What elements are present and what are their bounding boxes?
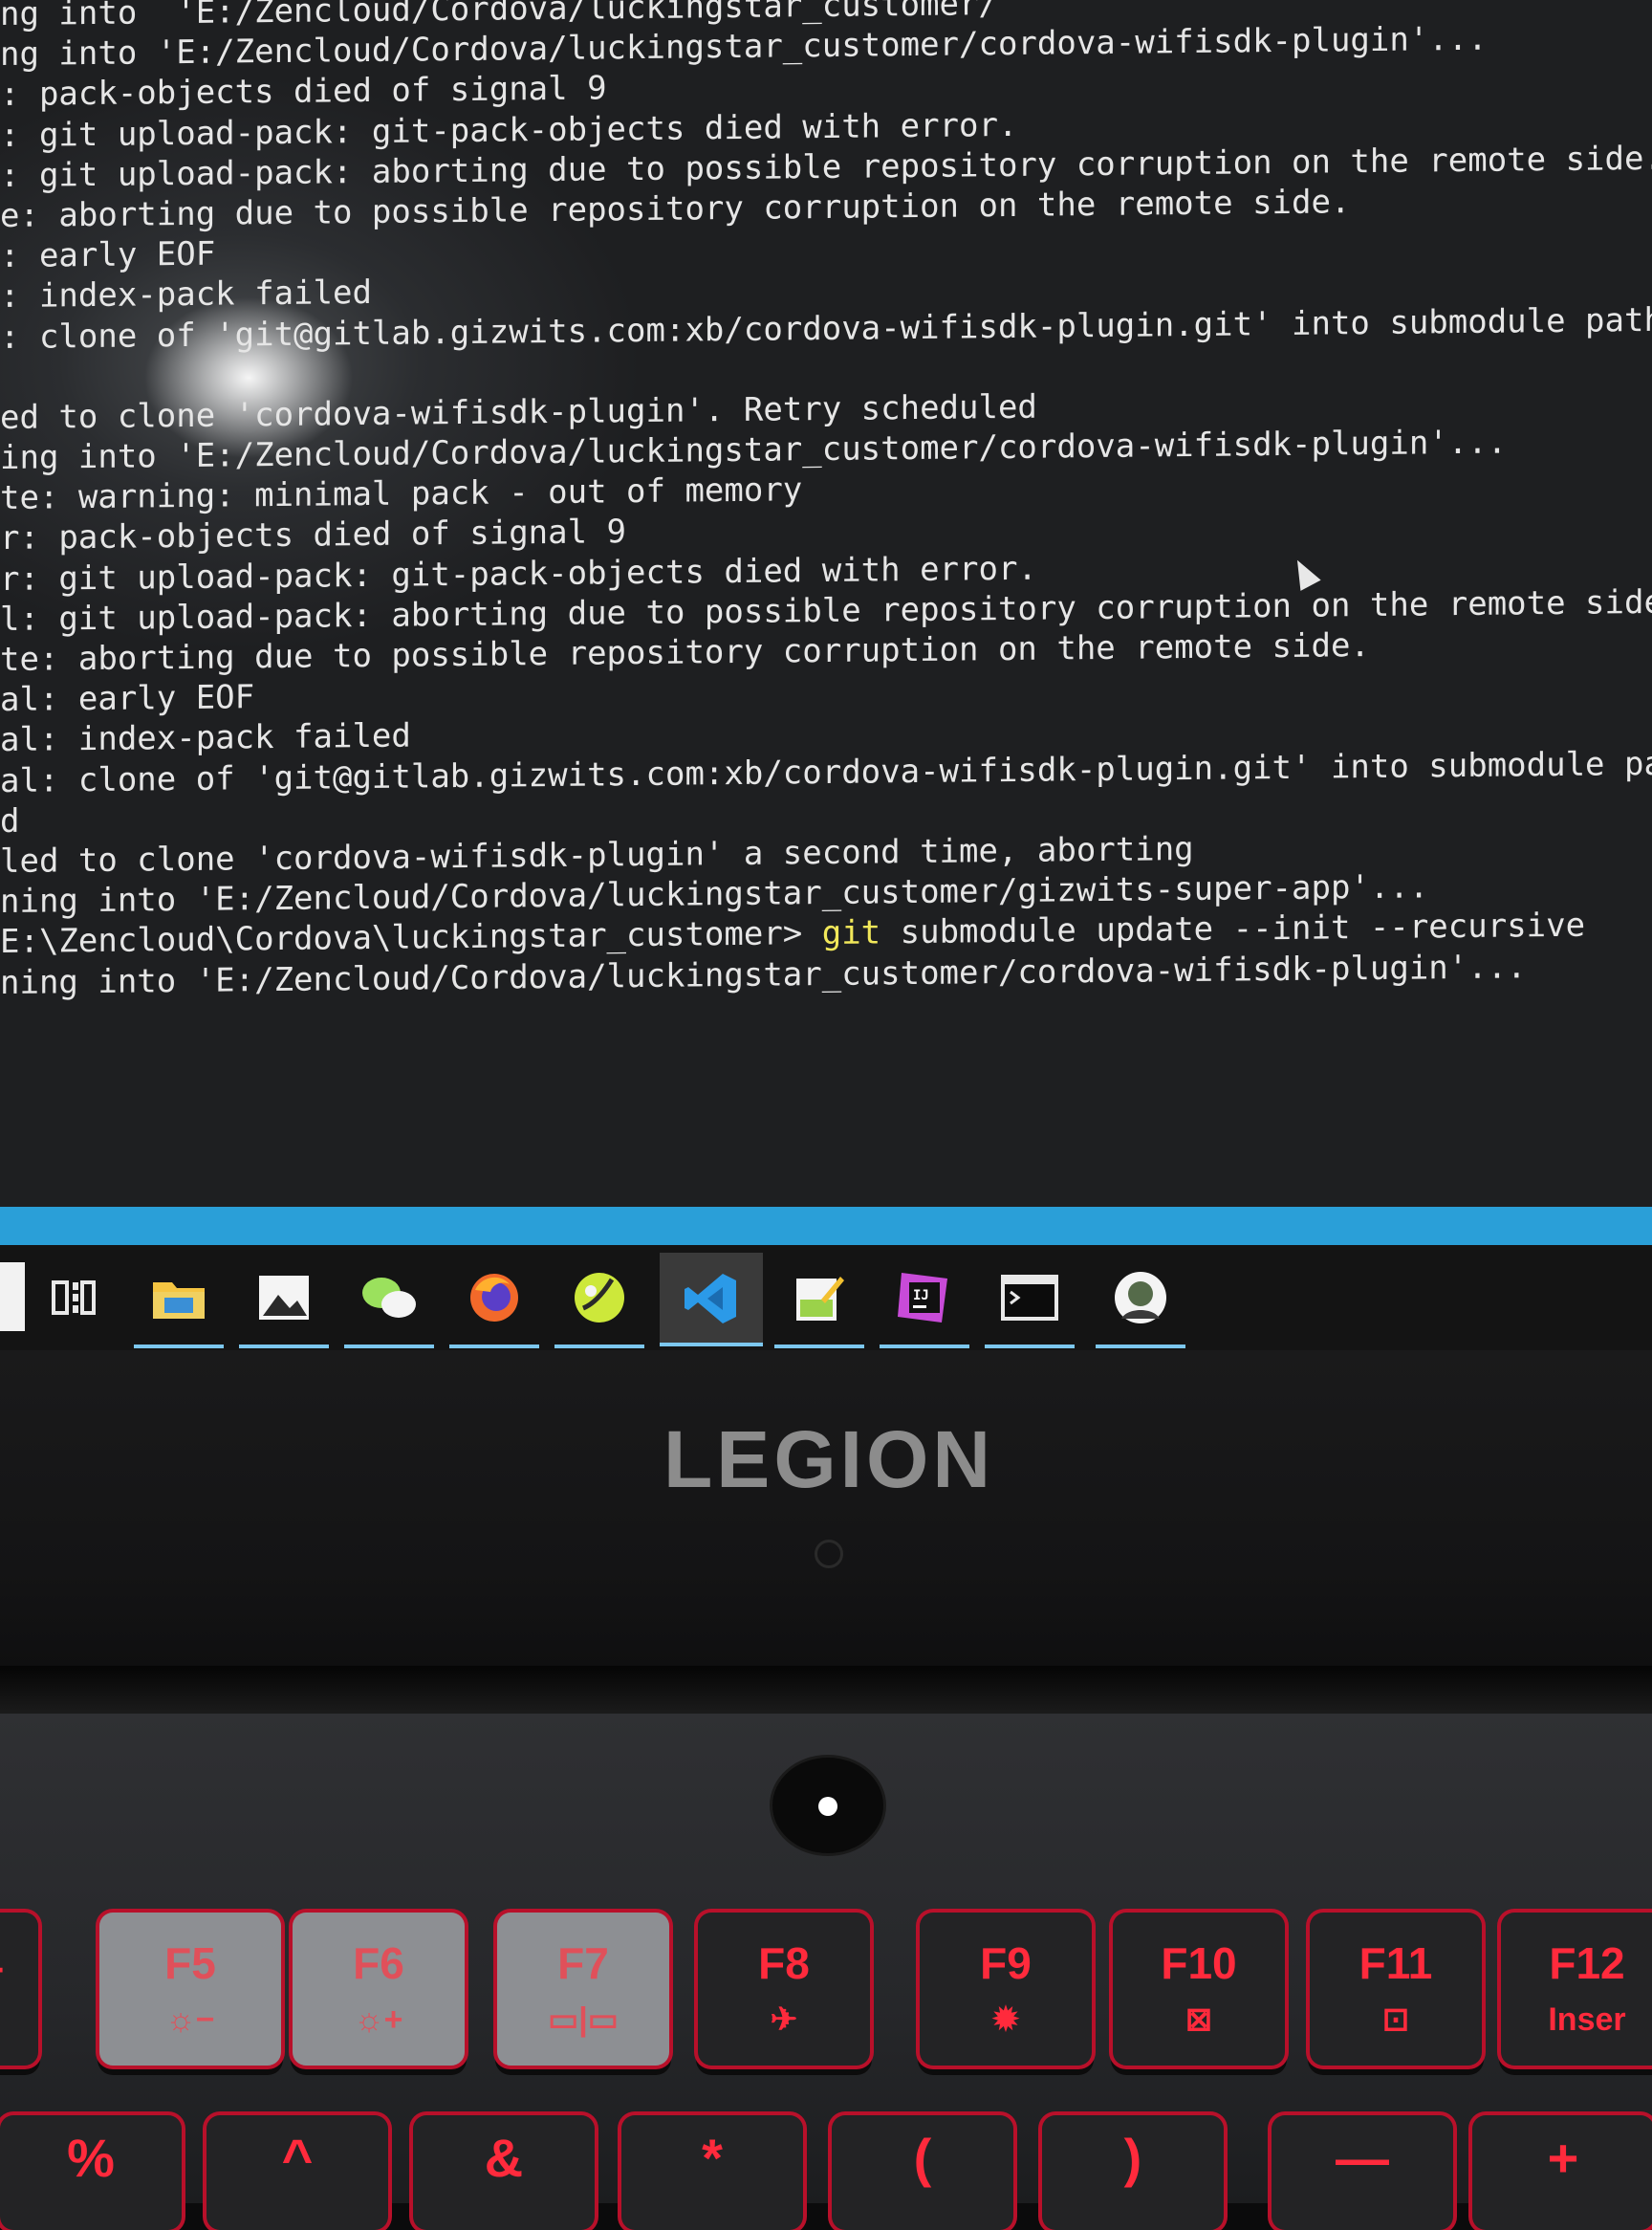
- key-label: F5: [164, 1938, 216, 1988]
- key-label: *: [702, 2128, 723, 2188]
- key-f10[interactable]: F10 ⊠: [1113, 1913, 1285, 2066]
- key-f12[interactable]: F12 Inser: [1501, 1913, 1652, 2066]
- terminal-line-text: : early EOF: [0, 234, 216, 276]
- key-label: F9: [980, 1938, 1032, 1988]
- webcam-icon: [815, 1540, 843, 1568]
- key-secondary-label: ⊡: [1381, 2001, 1410, 2038]
- key-4[interactable]: 4: [0, 1913, 38, 2066]
- key-f8[interactable]: F8 ✈: [698, 1913, 870, 2066]
- key-symbol[interactable]: ^: [206, 2115, 388, 2230]
- terminal-icon[interactable]: [985, 1264, 1075, 1348]
- window-accent-strip: [0, 1207, 1652, 1245]
- key-symbol[interactable]: &: [413, 2115, 595, 2230]
- key-label: ): [1123, 2128, 1142, 2188]
- key-f5[interactable]: F5 ☼−: [99, 1913, 281, 2066]
- file-explorer-icon[interactable]: [134, 1264, 224, 1348]
- key-f7[interactable]: F7 ▭|▭: [497, 1913, 669, 2066]
- key-label: F6: [353, 1938, 404, 1988]
- svg-text:IJ: IJ: [913, 1288, 929, 1303]
- key-secondary-label: ⊠: [1185, 2001, 1213, 2038]
- terminal-line-text: : pack-objects died of signal 9: [0, 69, 607, 115]
- key-symbol[interactable]: %: [0, 2115, 182, 2230]
- task-view-icon[interactable]: [40, 1264, 107, 1331]
- key-label: %: [67, 2128, 115, 2188]
- key-secondary-label: ▭|▭: [548, 2001, 619, 2038]
- notepad-icon[interactable]: [774, 1264, 864, 1348]
- vscode-icon[interactable]: [660, 1253, 763, 1346]
- key-label: F8: [758, 1938, 810, 1988]
- start-area[interactable]: [0, 1262, 25, 1331]
- key-label: ^: [281, 2128, 314, 2188]
- command-name: git: [821, 913, 881, 953]
- wechat-icon[interactable]: [344, 1264, 434, 1348]
- key-symbol[interactable]: ): [1042, 2115, 1224, 2230]
- key-symbol[interactable]: —: [1272, 2115, 1453, 2230]
- key-label: F10: [1161, 1938, 1237, 1988]
- green-app-icon[interactable]: [554, 1264, 644, 1348]
- screen-bezel: [0, 1350, 1652, 1666]
- firefox-icon[interactable]: [449, 1264, 539, 1348]
- terminal-line-text: : index-pack failed: [0, 273, 372, 317]
- key-symbol[interactable]: +: [1472, 2115, 1652, 2230]
- terminal-line-text: al: index-pack failed: [0, 716, 411, 760]
- jetbrains-icon[interactable]: IJ: [880, 1264, 969, 1348]
- key-secondary-label: ✈: [770, 2001, 798, 2038]
- key-label: &: [484, 2128, 524, 2188]
- key-label: F12: [1549, 1938, 1625, 1988]
- power-button-icon[interactable]: [772, 1758, 883, 1853]
- key-label: 4: [0, 1939, 3, 1987]
- key-label: (: [913, 2128, 932, 2188]
- terminal-line-text: r: pack-objects died of signal 9: [0, 513, 627, 558]
- command-args: submodule update --init --recursive: [880, 906, 1586, 952]
- avatar-app-icon[interactable]: [1096, 1264, 1185, 1348]
- key-label: F7: [557, 1938, 609, 1988]
- photos-icon[interactable]: [239, 1264, 329, 1348]
- terminal-line-text: E:\Zencloud\Cordova\luckingstar_customer…: [0, 914, 822, 962]
- terminal-line-text: d: [0, 801, 20, 841]
- key-f9[interactable]: F9 ✹: [920, 1913, 1092, 2066]
- brand-logo: LEGION: [663, 1414, 995, 1504]
- hinge: [0, 1666, 1652, 1714]
- terminal-line-text: te: warning: minimal pack - out of memor…: [0, 470, 803, 518]
- key-secondary-label: ☼−: [165, 2001, 215, 2038]
- terminal-line-text: al: early EOF: [0, 678, 255, 720]
- key-secondary-label: Inser: [1548, 2001, 1626, 2038]
- key-symbol[interactable]: *: [621, 2115, 803, 2230]
- terminal-window[interactable]: ng into 'E:/Zencloud/Cordova/luckingstar…: [0, 0, 1652, 1207]
- key-secondary-label: ✹: [991, 2001, 1020, 2038]
- key-f6[interactable]: F6 ☼+: [293, 1913, 465, 2066]
- key-label: F11: [1359, 1938, 1433, 1988]
- key-symbol[interactable]: (: [832, 2115, 1013, 2230]
- key-label: +: [1547, 2128, 1579, 2188]
- key-f11[interactable]: F11 ⊡: [1310, 1913, 1482, 2066]
- key-label: —: [1336, 2128, 1389, 2188]
- taskbar: IJ: [0, 1245, 1652, 1350]
- key-secondary-label: ☼+: [354, 2001, 403, 2038]
- terminal-output: ng into 'E:/Zencloud/Cordova/luckingstar…: [0, 0, 1652, 1003]
